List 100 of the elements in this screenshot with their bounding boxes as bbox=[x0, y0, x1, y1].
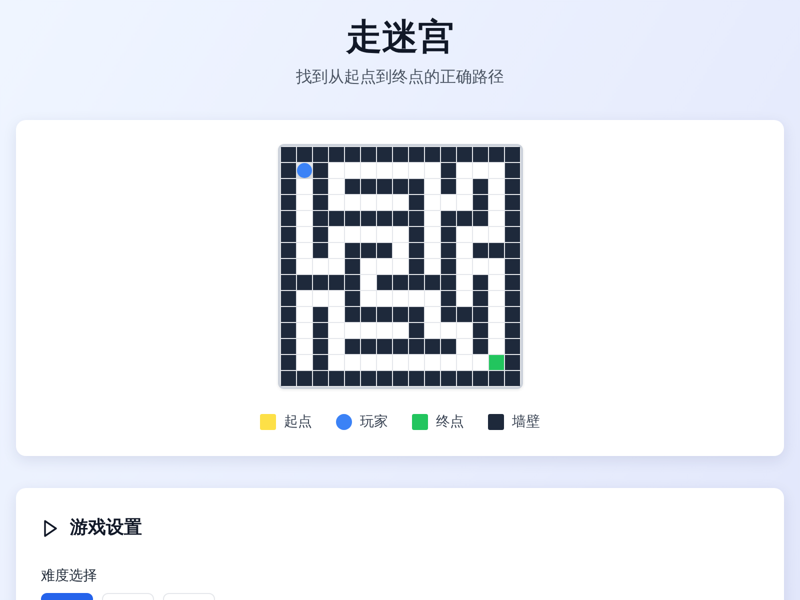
wall-tile bbox=[280, 371, 296, 386]
floor-tile bbox=[424, 323, 440, 338]
floor-tile bbox=[408, 355, 424, 370]
wall-tile bbox=[504, 179, 520, 194]
wall-tile bbox=[280, 339, 296, 354]
wall-tile bbox=[312, 275, 328, 290]
floor-tile bbox=[424, 355, 440, 370]
wall-tile bbox=[280, 355, 296, 370]
floor-tile bbox=[424, 291, 440, 306]
wall-tile bbox=[312, 355, 328, 370]
floor-tile bbox=[328, 259, 344, 274]
floor-tile bbox=[424, 227, 440, 242]
wall-tile bbox=[328, 371, 344, 386]
wall-tile bbox=[376, 307, 392, 322]
wall-tile bbox=[472, 211, 488, 226]
wall-tile bbox=[488, 147, 504, 162]
wall-tile bbox=[344, 339, 360, 354]
wall-tile bbox=[344, 179, 360, 194]
floor-tile bbox=[456, 179, 472, 194]
wall-tile bbox=[504, 307, 520, 322]
floor-tile bbox=[376, 355, 392, 370]
floor-tile bbox=[456, 243, 472, 258]
wall-tile bbox=[472, 147, 488, 162]
wall-tile bbox=[344, 307, 360, 322]
wall-tile bbox=[360, 371, 376, 386]
wall-tile bbox=[296, 371, 312, 386]
wall-tile bbox=[472, 243, 488, 258]
floor-tile bbox=[392, 259, 408, 274]
wall-tile bbox=[504, 259, 520, 274]
wall-tile bbox=[504, 195, 520, 210]
wall-tile bbox=[376, 147, 392, 162]
floor-tile bbox=[312, 259, 328, 274]
floor-tile bbox=[344, 227, 360, 242]
floor-tile bbox=[360, 275, 376, 290]
wall-tile bbox=[440, 371, 456, 386]
floor-tile bbox=[472, 259, 488, 274]
floor-tile bbox=[408, 291, 424, 306]
wall-tile bbox=[280, 211, 296, 226]
wall-tile bbox=[488, 371, 504, 386]
wall-tile bbox=[472, 307, 488, 322]
floor-tile bbox=[488, 163, 504, 178]
wall-tile bbox=[408, 227, 424, 242]
wall-tile bbox=[408, 211, 424, 226]
floor-tile bbox=[472, 163, 488, 178]
legend-label: 终点 bbox=[436, 413, 464, 432]
wall-tile bbox=[392, 307, 408, 322]
wall-tile bbox=[408, 195, 424, 210]
floor-tile bbox=[328, 195, 344, 210]
wall-tile bbox=[360, 211, 376, 226]
wall-tile bbox=[344, 291, 360, 306]
floor-tile bbox=[328, 179, 344, 194]
floor-tile bbox=[376, 163, 392, 178]
wall-tile bbox=[408, 259, 424, 274]
floor-tile bbox=[296, 291, 312, 306]
floor-tile bbox=[376, 323, 392, 338]
wall-tile bbox=[392, 275, 408, 290]
wall-tile bbox=[376, 179, 392, 194]
wall-tile bbox=[440, 163, 456, 178]
wall-tile bbox=[296, 147, 312, 162]
wall-tile bbox=[280, 275, 296, 290]
floor-tile bbox=[344, 323, 360, 338]
floor-tile bbox=[392, 195, 408, 210]
floor-tile bbox=[360, 259, 376, 274]
wall-tile bbox=[504, 339, 520, 354]
wall-tile bbox=[312, 211, 328, 226]
floor-tile bbox=[456, 275, 472, 290]
wall-tile bbox=[312, 147, 328, 162]
floor-tile bbox=[488, 195, 504, 210]
wall-tile bbox=[504, 211, 520, 226]
floor-tile bbox=[296, 355, 312, 370]
floor-tile bbox=[392, 291, 408, 306]
wall-tile bbox=[280, 323, 296, 338]
wall-tile bbox=[424, 339, 440, 354]
wall-tile bbox=[408, 147, 424, 162]
wall-tile bbox=[408, 371, 424, 386]
floor-tile bbox=[392, 323, 408, 338]
wall-tile bbox=[344, 275, 360, 290]
wall-tile bbox=[440, 227, 456, 242]
floor-tile bbox=[456, 259, 472, 274]
wall-tile bbox=[456, 147, 472, 162]
wall-tile bbox=[360, 243, 376, 258]
floor-tile bbox=[344, 355, 360, 370]
page-title: 走迷宫 bbox=[346, 16, 454, 60]
goal-tile bbox=[488, 355, 504, 370]
floor-tile bbox=[328, 339, 344, 354]
floor-tile bbox=[424, 259, 440, 274]
floor-tile bbox=[440, 355, 456, 370]
floor-tile bbox=[472, 227, 488, 242]
wall-tile bbox=[472, 179, 488, 194]
floor-tile bbox=[456, 163, 472, 178]
floor-tile bbox=[440, 323, 456, 338]
wall-tile bbox=[456, 307, 472, 322]
floor-tile bbox=[296, 339, 312, 354]
wall-tile bbox=[440, 291, 456, 306]
wall-tile bbox=[376, 275, 392, 290]
wall-tile bbox=[312, 307, 328, 322]
wall-tile bbox=[280, 227, 296, 242]
floor-tile bbox=[456, 339, 472, 354]
wall-tile bbox=[360, 307, 376, 322]
wall-tile bbox=[280, 195, 296, 210]
